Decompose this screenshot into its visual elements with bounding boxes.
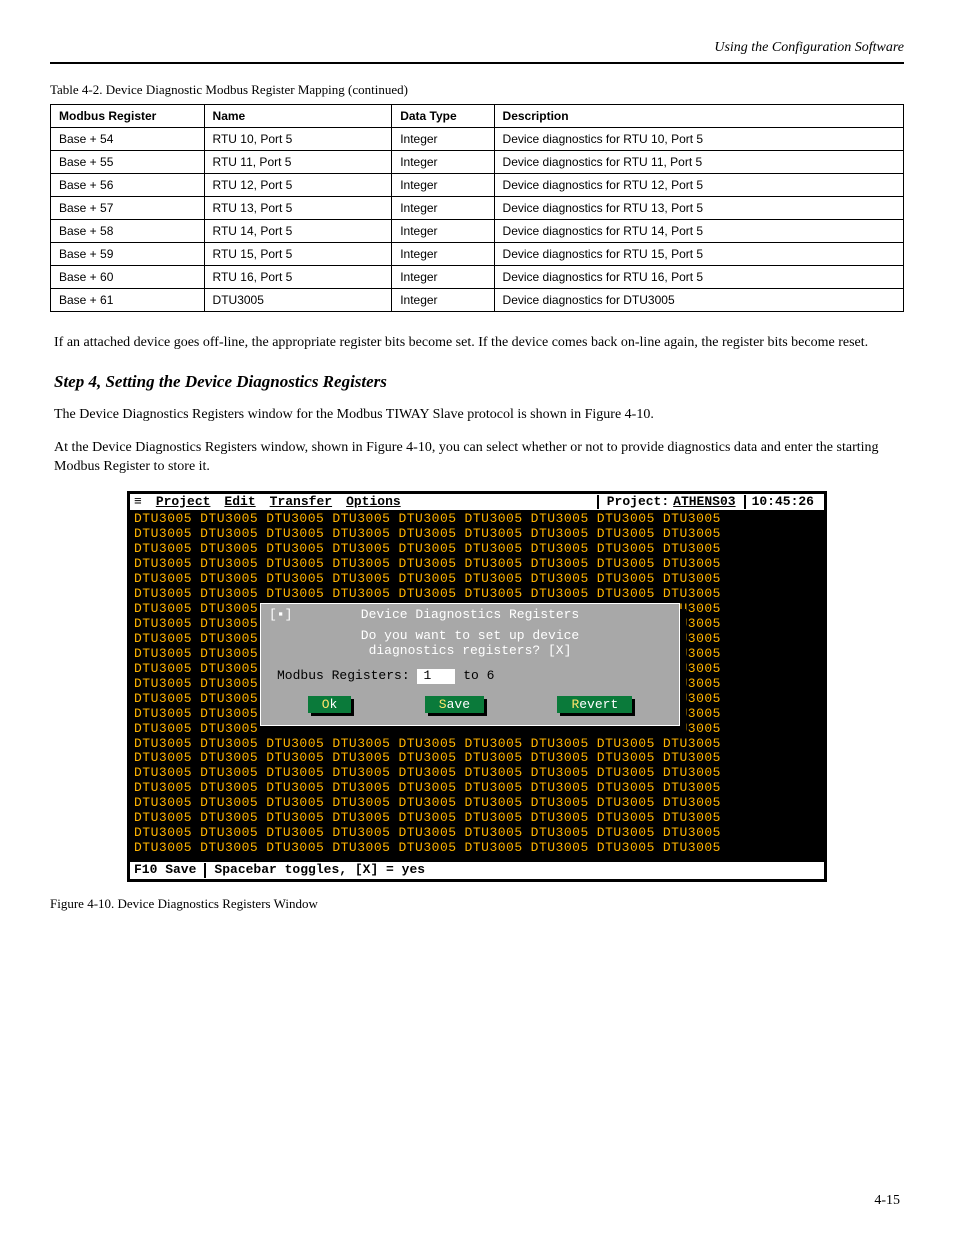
dialog-question: diagnostics registers? [X] xyxy=(271,644,669,659)
bg-line: DTU3005DTU3005DTU3005DTU3005DTU3005DTU30… xyxy=(134,796,820,811)
bg-line: DTU3005DTU3005DTU3005DTU3005DTU3005DTU30… xyxy=(134,542,820,557)
modbus-register-input[interactable]: 1 xyxy=(417,669,455,684)
bg-line: DTU3005DTU3005DTU3005DTU3005DTU3005DTU30… xyxy=(134,826,820,841)
close-icon[interactable]: [▪] xyxy=(269,608,292,623)
menu-transfer[interactable]: Transfer xyxy=(270,495,332,510)
table-cell: RTU 13, Port 5 xyxy=(204,197,392,220)
table-cell: Integer xyxy=(392,289,494,312)
bg-line: DTU3005DTU3005DTU3005DTU3005DTU3005DTU30… xyxy=(134,766,820,781)
table-row: Base + 60RTU 16, Port 5IntegerDevice dia… xyxy=(51,266,904,289)
table-cell: Integer xyxy=(392,243,494,266)
col-header: Modbus Register xyxy=(51,105,205,128)
table-row: Base + 54RTU 10, Port 5IntegerDevice dia… xyxy=(51,128,904,151)
menu-edit[interactable]: Edit xyxy=(224,495,255,510)
table-cell: Base + 61 xyxy=(51,289,205,312)
bg-line: DTU3005DTU3005DTU3005DTU3005DTU3005DTU30… xyxy=(134,527,820,542)
table-cell: Integer xyxy=(392,266,494,289)
clock: 10:45:26 xyxy=(744,495,820,510)
table-row: Base + 57RTU 13, Port 5IntegerDevice dia… xyxy=(51,197,904,220)
table-row: Base + 59RTU 15, Port 5IntegerDevice dia… xyxy=(51,243,904,266)
table-cell: Integer xyxy=(392,220,494,243)
table-cell: Device diagnostics for RTU 13, Port 5 xyxy=(494,197,903,220)
menu-system-icon[interactable]: ≡ xyxy=(134,495,142,510)
col-header: Data Type xyxy=(392,105,494,128)
figure-caption: Figure 4-10. Device Diagnostics Register… xyxy=(50,896,904,912)
dos-screenshot: ≡ Project Edit Transfer Options Project:… xyxy=(127,491,827,883)
col-header: Description xyxy=(494,105,903,128)
table-cell: Device diagnostics for RTU 14, Port 5 xyxy=(494,220,903,243)
step-heading: Step 4, Setting the Device Diagnostics R… xyxy=(54,371,900,394)
table-cell: RTU 14, Port 5 xyxy=(204,220,392,243)
project-indicator: Project: ATHENS03 xyxy=(597,495,744,510)
table-cell: RTU 10, Port 5 xyxy=(204,128,392,151)
table-cell: RTU 15, Port 5 xyxy=(204,243,392,266)
table-cell: RTU 16, Port 5 xyxy=(204,266,392,289)
modbus-register-row: Modbus Registers: 1 to 6 xyxy=(277,669,669,684)
header-rule xyxy=(50,62,904,64)
bg-line: DTU3005DTU3005DTU3005DTU3005DTU3005DTU30… xyxy=(134,512,820,527)
status-f10: F10 Save xyxy=(134,863,206,878)
menu-options[interactable]: Options xyxy=(346,495,401,510)
bg-line: DTU3005DTU3005DTU3005DTU3005DTU3005DTU30… xyxy=(134,557,820,572)
bg-line: DTU3005DTU3005DTU3005DTU3005DTU3005DTU30… xyxy=(134,841,820,856)
table-row: Base + 61DTU3005IntegerDevice diagnostic… xyxy=(51,289,904,312)
table-header-row: Modbus Register Name Data Type Descripti… xyxy=(51,105,904,128)
dos-statusbar: F10 Save Spacebar toggles, [X] = yes xyxy=(130,862,824,879)
table-cell: Device diagnostics for RTU 12, Port 5 xyxy=(494,174,903,197)
section-title: Using the Configuration Software xyxy=(50,40,904,56)
dos-menubar: ≡ Project Edit Transfer Options Project:… xyxy=(130,494,824,511)
dialog-title: Device Diagnostics Registers xyxy=(361,607,579,622)
table-cell: Integer xyxy=(392,174,494,197)
table-cell: Integer xyxy=(392,197,494,220)
col-header: Name xyxy=(204,105,392,128)
table-cell: RTU 11, Port 5 xyxy=(204,151,392,174)
status-hint: Spacebar toggles, [X] = yes xyxy=(214,863,425,878)
paragraph: The Device Diagnostics Registers window … xyxy=(54,406,900,425)
paragraph: At the Device Diagnostics Registers wind… xyxy=(54,439,900,477)
table-caption: Table 4-2. Device Diagnostic Modbus Regi… xyxy=(50,82,904,98)
table-row: Base + 56RTU 12, Port 5IntegerDevice dia… xyxy=(51,174,904,197)
table-cell: Base + 55 xyxy=(51,151,205,174)
table-cell: Base + 54 xyxy=(51,128,205,151)
menu-project[interactable]: Project xyxy=(156,495,211,510)
table-cell: Base + 58 xyxy=(51,220,205,243)
dialog-question: Do you want to set up device xyxy=(271,629,669,644)
paragraph: If an attached device goes off-line, the… xyxy=(54,334,900,353)
table-row: Base + 55RTU 11, Port 5IntegerDevice dia… xyxy=(51,151,904,174)
table-cell: Device diagnostics for RTU 16, Port 5 xyxy=(494,266,903,289)
table-cell: Integer xyxy=(392,128,494,151)
table-cell: Device diagnostics for RTU 10, Port 5 xyxy=(494,128,903,151)
table-row: Base + 58RTU 14, Port 5IntegerDevice dia… xyxy=(51,220,904,243)
table-cell: Device diagnostics for RTU 11, Port 5 xyxy=(494,151,903,174)
table-cell: Integer xyxy=(392,151,494,174)
bg-line: DTU3005DTU3005DTU3005DTU3005DTU3005DTU30… xyxy=(134,751,820,766)
table-cell: Device diagnostics for DTU3005 xyxy=(494,289,903,312)
table-cell: Base + 59 xyxy=(51,243,205,266)
table-cell: Device diagnostics for RTU 15, Port 5 xyxy=(494,243,903,266)
table-cell: RTU 12, Port 5 xyxy=(204,174,392,197)
table-cell: Base + 60 xyxy=(51,266,205,289)
revert-button[interactable]: Revert xyxy=(557,696,632,713)
save-button[interactable]: Save xyxy=(425,696,484,713)
table-cell: Base + 57 xyxy=(51,197,205,220)
table-cell: Base + 56 xyxy=(51,174,205,197)
table-cell: DTU3005 xyxy=(204,289,392,312)
diagnostics-dialog: [▪] Device Diagnostics Registers Do you … xyxy=(260,603,680,726)
bg-line: DTU3005DTU3005DTU3005DTU3005DTU3005DTU30… xyxy=(134,811,820,826)
bg-line: DTU3005DTU3005DTU3005DTU3005DTU3005DTU30… xyxy=(134,572,820,587)
bg-line: DTU3005DTU3005DTU3005DTU3005DTU3005DTU30… xyxy=(134,781,820,796)
bg-line: DTU3005DTU3005DTU3005DTU3005DTU3005DTU30… xyxy=(134,587,820,602)
page-number: 4-15 xyxy=(874,1193,900,1209)
bg-line: DTU3005DTU3005DTU3005DTU3005DTU3005DTU30… xyxy=(134,737,820,752)
register-table: Modbus Register Name Data Type Descripti… xyxy=(50,104,904,312)
ok-button[interactable]: Ok xyxy=(308,696,352,713)
dos-background: DTU3005DTU3005DTU3005DTU3005DTU3005DTU30… xyxy=(130,510,824,862)
